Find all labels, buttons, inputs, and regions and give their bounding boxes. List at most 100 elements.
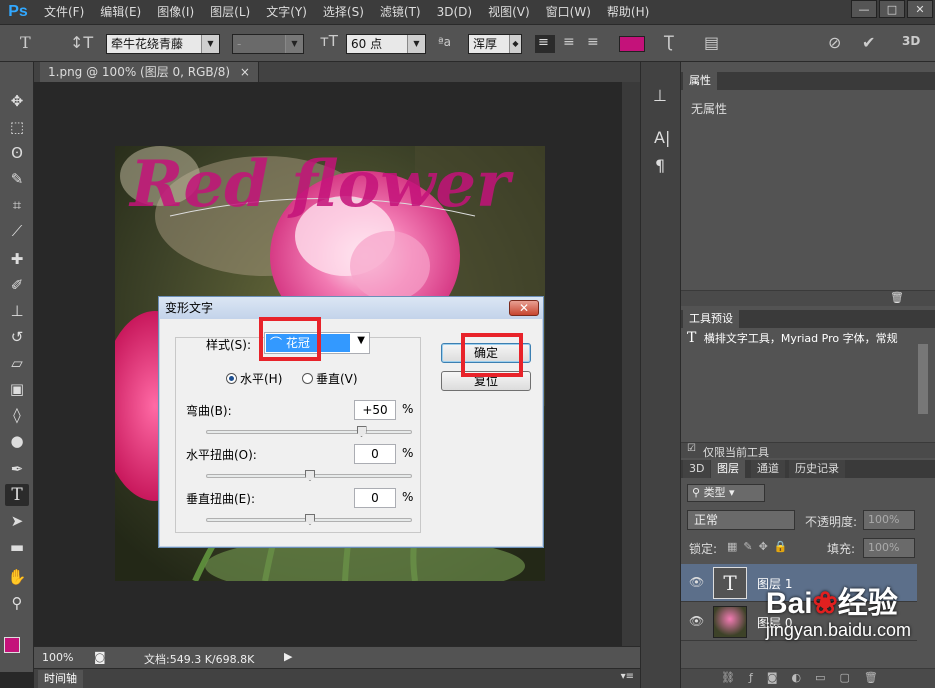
vertical-scrollbar[interactable] xyxy=(622,82,640,646)
move-tool-icon[interactable]: ✥ xyxy=(5,90,29,112)
maximize-button[interactable]: □ xyxy=(879,0,905,18)
menu-image[interactable]: 图像(I) xyxy=(149,0,202,24)
layer-filter-select[interactable]: ⚲ 类型 ▾ xyxy=(687,484,765,502)
bend-slider[interactable] xyxy=(206,426,412,437)
crop-tool-icon[interactable]: ⌗ xyxy=(5,194,29,216)
quick-select-tool-icon[interactable]: ✎ xyxy=(5,168,29,190)
zoom-level[interactable]: 100% xyxy=(42,651,73,664)
blur-tool-icon[interactable]: ◊ xyxy=(5,404,29,426)
tab-3d[interactable]: 3D xyxy=(683,460,711,478)
vertical-distortion-input[interactable]: 0 xyxy=(354,488,396,508)
properties-tab[interactable]: 属性 xyxy=(683,72,717,90)
horizontal-distortion-slider[interactable] xyxy=(206,470,412,481)
healing-brush-tool-icon[interactable]: ✚ xyxy=(5,248,29,270)
commit-icon[interactable]: ✔ xyxy=(862,33,875,52)
path-selection-tool-icon[interactable]: ➤ xyxy=(5,510,29,532)
menu-layer[interactable]: 图层(L) xyxy=(202,0,258,24)
close-tab-icon[interactable]: × xyxy=(240,65,250,79)
character-dock-icon[interactable]: A| xyxy=(654,128,670,147)
lock-icons[interactable]: ▦✎✥🔒 xyxy=(727,540,794,553)
menu-file[interactable]: 文件(F) xyxy=(36,0,92,24)
trash-icon[interactable]: 🗑 xyxy=(890,291,904,304)
pen-tool-icon[interactable]: ✒ xyxy=(5,458,29,480)
opacity-label: 不透明度: xyxy=(805,515,858,529)
align-center-icon[interactable]: ≡ xyxy=(563,34,575,50)
tool-preset-item[interactable]: T 横排文字工具，Myriad Pro 字体，常规 xyxy=(687,330,919,346)
font-family-select[interactable]: 牵牛花绕青藤 ▼ xyxy=(106,34,220,54)
eyedropper-tool-icon[interactable]: ⟋ xyxy=(5,220,29,242)
bend-input[interactable]: +50 xyxy=(354,400,396,420)
type-tool-icon[interactable]: T xyxy=(5,484,29,506)
gradient-tool-icon[interactable]: ▣ xyxy=(5,378,29,400)
eye-icon[interactable]: 👁 xyxy=(689,614,704,628)
menu-type[interactable]: 文字(Y) xyxy=(258,0,315,24)
minimize-button[interactable]: — xyxy=(851,0,877,18)
text-color-swatch[interactable] xyxy=(619,36,645,52)
align-left-button[interactable]: ≡ xyxy=(535,35,555,53)
eraser-tool-icon[interactable]: ▱ xyxy=(5,352,29,374)
warped-text-layer: Red flower xyxy=(128,147,514,222)
tab-layers[interactable]: 图层 xyxy=(711,460,745,478)
toggle-orientation-icon[interactable]: ↕T xyxy=(70,33,93,52)
tool-presets-footer: ☑ 仅限当前工具 xyxy=(681,442,935,459)
menu-select[interactable]: 选择(S) xyxy=(315,0,372,24)
status-expand-icon[interactable]: ▶ xyxy=(284,650,292,663)
foreground-color-swatch[interactable] xyxy=(4,637,20,653)
3d-extrusion-icon[interactable]: 3D xyxy=(902,34,920,48)
vertical-distortion-slider[interactable] xyxy=(206,514,412,525)
tool-presets-dock-icon[interactable]: ⊥ xyxy=(653,86,667,105)
fill-input[interactable]: 100% xyxy=(863,538,915,558)
vertical-radio[interactable]: 垂直(V) xyxy=(302,370,358,387)
warp-settings-group: 样式(S): ⌒ 花冠 ▼ 水平(H) 垂直(V) 弯曲(B): +50 % 水… xyxy=(175,332,421,533)
panel-menu-icon[interactable]: ▾≡ xyxy=(621,671,634,682)
warp-text-icon[interactable]: Ʈ xyxy=(664,32,674,51)
layer-footer-icons[interactable]: ⛓ƒ◙◐▭▢🗑 xyxy=(721,671,892,684)
lasso-tool-icon[interactable]: ʘ xyxy=(5,142,29,164)
hand-tool-icon[interactable]: ✋ xyxy=(5,566,29,588)
menu-filter[interactable]: 滤镜(T) xyxy=(372,0,429,24)
layers-panel-header: 3D 图层 通道 历史记录 xyxy=(681,460,935,478)
type-tool-preset-icon[interactable]: T xyxy=(20,33,31,52)
menu-edit[interactable]: 编辑(E) xyxy=(92,0,149,24)
align-right-icon[interactable]: ≡ xyxy=(587,34,599,50)
image-layer-thumbnail xyxy=(713,606,747,638)
brush-tool-icon[interactable]: ✐ xyxy=(5,274,29,296)
cancel-icon[interactable]: ⊘ xyxy=(828,33,841,52)
menu-3d[interactable]: 3D(D) xyxy=(429,0,480,24)
menu-help[interactable]: 帮助(H) xyxy=(599,0,657,24)
menu-view[interactable]: 视图(V) xyxy=(480,0,538,24)
dodge-tool-icon[interactable]: ● xyxy=(5,430,29,452)
close-window-button[interactable]: ✕ xyxy=(907,0,933,18)
font-size-select[interactable]: 60 点 ▼ xyxy=(346,34,426,54)
zoom-tool-icon[interactable]: ⚲ xyxy=(5,592,29,614)
tab-history[interactable]: 历史记录 xyxy=(789,460,845,478)
presets-scrollbar[interactable] xyxy=(918,344,928,414)
menu-window[interactable]: 窗口(W) xyxy=(538,0,599,24)
horizontal-distortion-input[interactable]: 0 xyxy=(354,444,396,464)
eye-icon[interactable]: 👁 xyxy=(689,575,704,589)
font-style-value: - xyxy=(237,37,242,51)
marquee-tool-icon[interactable]: ⬚ xyxy=(5,116,29,138)
status-menu-icon[interactable]: ◙ xyxy=(94,650,106,664)
slider-thumb[interactable] xyxy=(305,470,315,481)
slider-thumb[interactable] xyxy=(305,514,315,525)
highlight-box-style xyxy=(259,317,321,361)
blend-mode-select[interactable]: 正常 xyxy=(687,510,795,530)
rectangle-tool-icon[interactable]: ▬ xyxy=(5,536,29,558)
vertical-distortion-label: 垂直扭曲(E): xyxy=(186,492,255,506)
document-tab[interactable]: 1.png @ 100% (图层 0, RGB/8) × xyxy=(40,62,259,82)
timeline-tab[interactable]: 时间轴 xyxy=(38,670,83,688)
paragraph-dock-icon[interactable]: ¶ xyxy=(655,156,665,175)
horizontal-radio[interactable]: 水平(H) xyxy=(226,370,282,387)
tool-presets-tab[interactable]: 工具预设 xyxy=(683,310,739,328)
clone-stamp-tool-icon[interactable]: ⊥ xyxy=(5,300,29,322)
character-panel-icon[interactable]: ▤ xyxy=(704,33,719,52)
history-brush-tool-icon[interactable]: ↺ xyxy=(5,326,29,348)
antialias-select[interactable]: 浑厚 ◆ xyxy=(468,34,522,54)
slider-thumb[interactable] xyxy=(356,426,367,437)
font-style-select[interactable]: - ▼ xyxy=(232,34,304,54)
dialog-close-button[interactable]: ✕ xyxy=(509,300,539,316)
only-current-checkbox[interactable]: ☑ xyxy=(687,443,696,454)
tab-channels[interactable]: 通道 xyxy=(751,460,785,478)
opacity-input[interactable]: 100% xyxy=(863,510,915,530)
